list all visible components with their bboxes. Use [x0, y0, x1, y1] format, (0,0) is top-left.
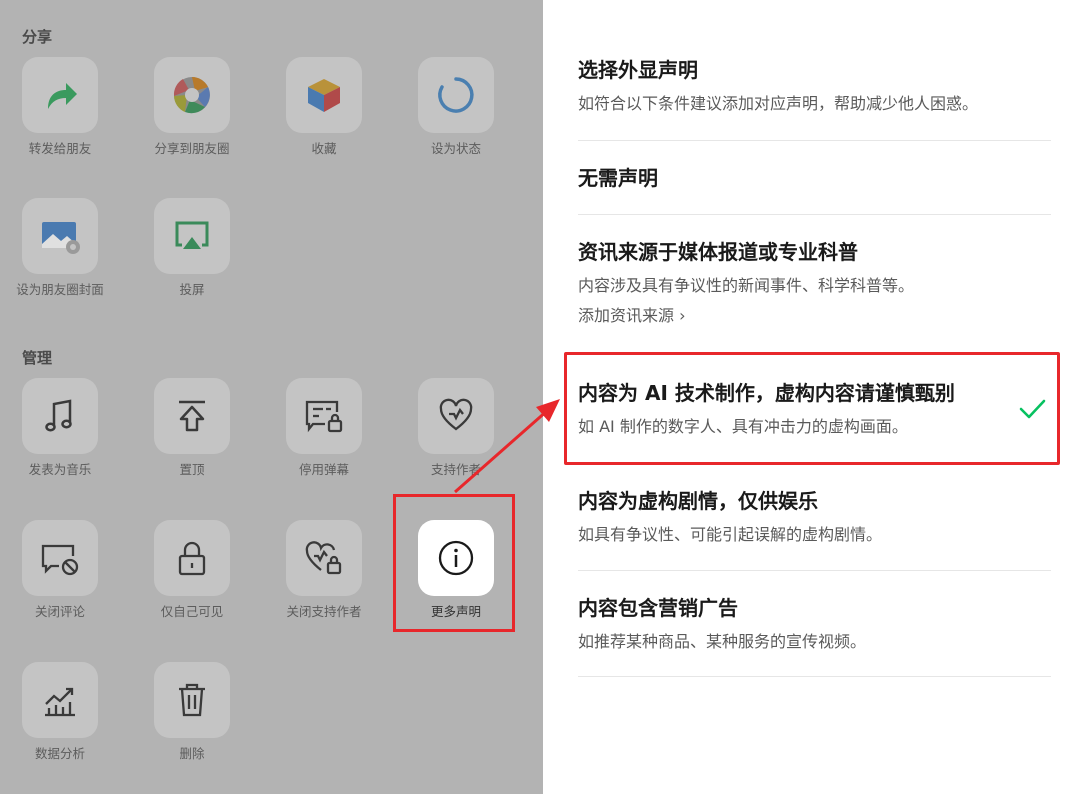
option-marketing-ad[interactable]: 内容包含营销广告 如推荐某种商品、某种服务的宣传视频。: [578, 594, 1051, 654]
delete-button[interactable]: [154, 662, 230, 738]
cast-screen-icon: [175, 221, 209, 249]
tile-label: 关闭支持作者: [286, 604, 362, 619]
checkmark-icon: [1019, 399, 1046, 419]
disable-danmaku-button[interactable]: [286, 378, 362, 454]
forward-arrow-icon: [48, 83, 77, 109]
favorite-button[interactable]: [286, 57, 362, 133]
option-desc: 如具有争议性、可能引起误解的虚构剧情。: [578, 525, 883, 544]
tile-label: 投屏: [179, 282, 205, 297]
tile-label: 支持作者: [430, 462, 481, 477]
option-title: 内容包含营销广告: [578, 596, 738, 620]
only-me-visible-button[interactable]: [154, 520, 230, 596]
more-statements-highlight: [393, 494, 515, 632]
pin-top-icon: [179, 400, 205, 432]
pin-to-top-button[interactable]: [154, 378, 230, 454]
statement-header: 选择外显声明 如符合以下条件建议添加对应声明，帮助减少他人困惑。: [578, 56, 1051, 116]
support-author-button[interactable]: [418, 378, 494, 454]
page-subtitle: 如符合以下条件建议添加对应声明，帮助减少他人困惑。: [578, 94, 979, 113]
moments-aperture-icon: [173, 77, 210, 114]
option-desc: 内容涉及具有争议性的新闻事件、科学科普等。: [578, 276, 915, 295]
manage-section-title: 管理: [22, 349, 53, 367]
set-moments-cover-button[interactable]: [22, 198, 98, 274]
close-support-author-button[interactable]: [286, 520, 362, 596]
data-analysis-button[interactable]: [22, 662, 98, 738]
danmaku-lock-icon: [305, 400, 343, 433]
tile-label: 仅自己可见: [160, 604, 224, 619]
divider: [578, 676, 1051, 677]
share-to-moments-button[interactable]: [154, 57, 230, 133]
option-desc: 如推荐某种商品、某种服务的宣传视频。: [578, 632, 867, 651]
add-source-link[interactable]: 添加资讯来源 ›: [578, 304, 1051, 328]
cast-screen-button[interactable]: [154, 198, 230, 274]
tile-label: 收藏: [311, 141, 337, 156]
private-lock-icon: [178, 541, 206, 576]
share-manage-panel: 分享 转发给朋友 分享到朋友圈 收藏 设为状态 设为朋友圈封面 投屏 管理 发表…: [0, 0, 543, 794]
music-note-icon: [45, 399, 72, 432]
favorite-cube-icon: [308, 79, 340, 112]
divider: [578, 214, 1051, 215]
tile-label: 设为状态: [430, 141, 481, 156]
option-news-source[interactable]: 资讯来源于媒体报道或专业科普 内容涉及具有争议性的新闻事件、科学科普等。 添加资…: [578, 238, 1051, 328]
analytics-chart-icon: [45, 687, 75, 717]
support-lock-icon: [305, 541, 342, 575]
option-title: 资讯来源于媒体报道或专业科普: [578, 240, 858, 264]
close-comments-button[interactable]: [22, 520, 98, 596]
tile-label: 发表为音乐: [28, 462, 92, 477]
option-fictional-plot[interactable]: 内容为虚构剧情，仅供娱乐 如具有争议性、可能引起误解的虚构剧情。: [578, 487, 1051, 547]
tile-label: 转发给朋友: [28, 141, 92, 156]
tile-label: 置顶: [179, 462, 205, 477]
tile-label: 关闭评论: [34, 604, 85, 619]
publish-as-music-button[interactable]: [22, 378, 98, 454]
trash-icon: [179, 683, 205, 717]
selected-option-highlight: [564, 352, 1060, 465]
heart-support-icon: [439, 398, 473, 431]
tile-label: 数据分析: [34, 746, 85, 761]
cover-image-icon: [42, 222, 80, 254]
tile-label: 分享到朋友圈: [154, 141, 230, 156]
tile-label: 删除: [179, 746, 205, 761]
tile-label: 停用弹幕: [298, 462, 349, 477]
chevron-right-icon: ›: [674, 306, 686, 325]
share-section-title: 分享: [22, 28, 53, 46]
page-title: 选择外显声明: [578, 58, 698, 82]
divider: [578, 140, 1051, 141]
set-as-status-button[interactable]: [418, 57, 494, 133]
comment-off-icon: [41, 544, 79, 576]
tile-label: 设为朋友圈封面: [16, 282, 104, 297]
divider: [578, 570, 1051, 571]
status-ring-icon: [438, 77, 474, 113]
option-title: 无需声明: [578, 166, 658, 190]
forward-to-friend-button[interactable]: [22, 57, 98, 133]
option-no-statement[interactable]: 无需声明: [578, 164, 1051, 192]
option-title: 内容为虚构剧情，仅供娱乐: [578, 489, 818, 513]
